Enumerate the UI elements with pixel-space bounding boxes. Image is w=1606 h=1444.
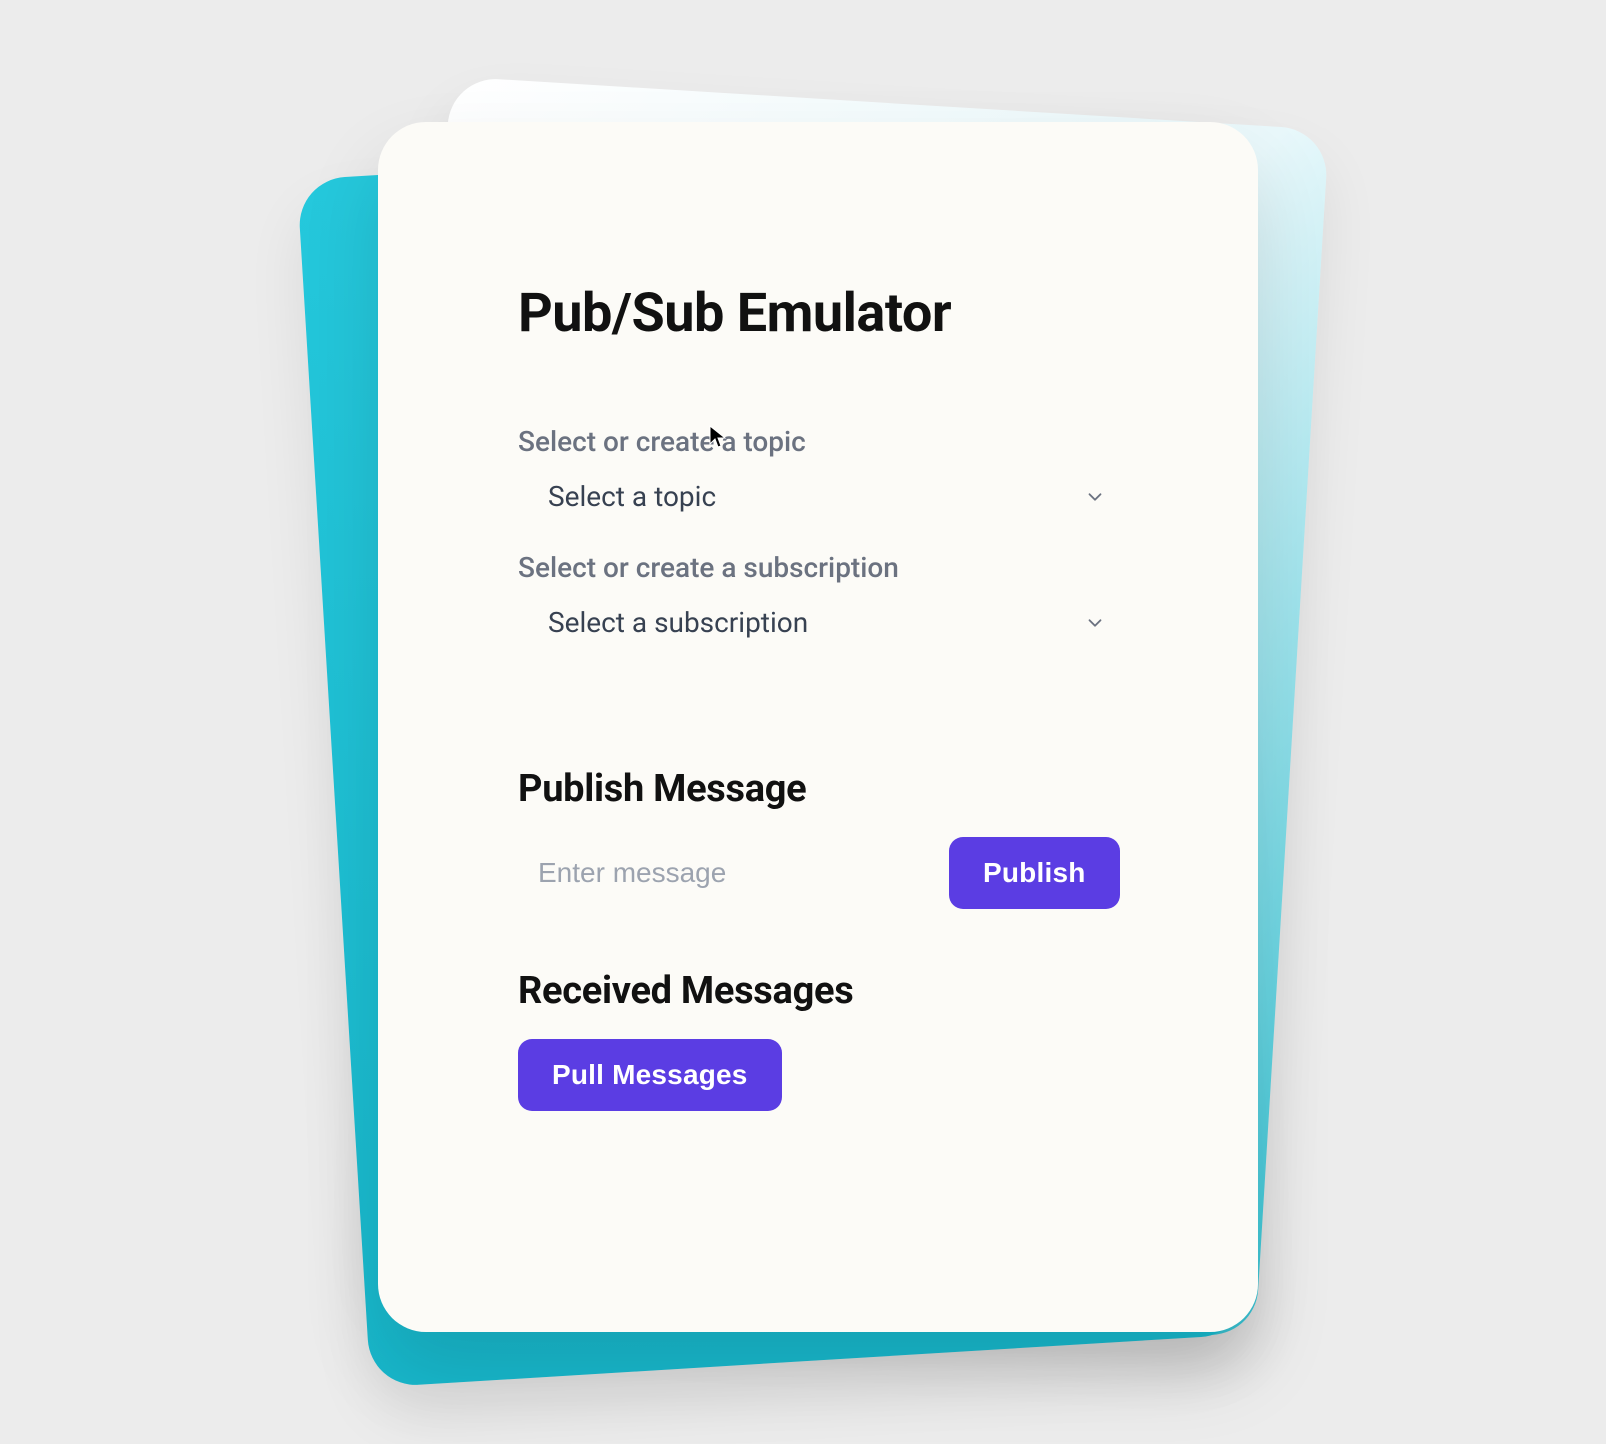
main-card: Pub/Sub Emulator Select or create a topi…: [378, 122, 1258, 1332]
topic-select-value: Select a topic: [548, 480, 716, 513]
chevron-down-icon: [1084, 612, 1106, 634]
page-title: Pub/Sub Emulator: [518, 282, 1118, 345]
message-input[interactable]: [518, 841, 919, 905]
subscription-select[interactable]: Select a subscription: [518, 598, 1118, 647]
chevron-down-icon: [1084, 486, 1106, 508]
publish-button[interactable]: Publish: [949, 837, 1120, 909]
topic-select[interactable]: Select a topic: [518, 472, 1118, 521]
topic-field-group: Select or create a topic Select a topic: [518, 425, 1118, 521]
subscription-field-group: Select or create a subscription Select a…: [518, 551, 1118, 647]
received-heading: Received Messages: [518, 969, 1118, 1013]
subscription-select-value: Select a subscription: [548, 606, 808, 639]
card-stack: Pub/Sub Emulator Select or create a topi…: [303, 92, 1303, 1352]
publish-heading: Publish Message: [518, 767, 1118, 811]
spacer: [518, 677, 1118, 767]
received-section: Received Messages Pull Messages: [518, 969, 1118, 1111]
topic-label: Select or create a topic: [518, 425, 1118, 458]
publish-row: Publish: [518, 837, 1118, 909]
subscription-label: Select or create a subscription: [518, 551, 1118, 584]
pull-messages-button[interactable]: Pull Messages: [518, 1039, 782, 1111]
